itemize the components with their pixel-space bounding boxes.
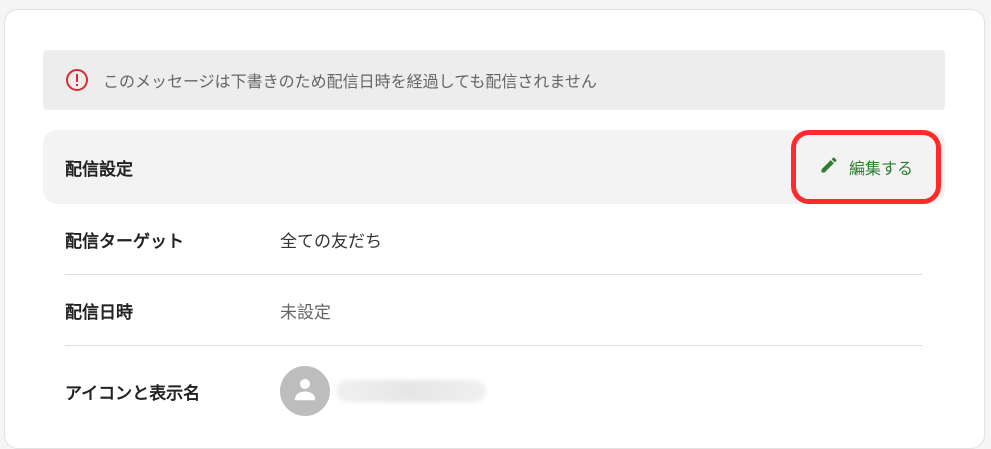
person-icon bbox=[290, 374, 320, 408]
row-label: 配信日時 bbox=[65, 302, 133, 323]
row-label: 配信ターゲット bbox=[65, 231, 184, 252]
section-header: 配信設定 編集する bbox=[43, 130, 945, 204]
draft-warning-alert: このメッセージは下書きのため配信日時を経過しても配信されません bbox=[43, 50, 945, 110]
display-name-redacted bbox=[336, 380, 486, 402]
delivery-settings-card: このメッセージは下書きのため配信日時を経過しても配信されません 配信設定 編集す… bbox=[4, 9, 985, 449]
settings-row-icon-name: アイコンと表示名 bbox=[65, 346, 922, 436]
row-value: 未設定 bbox=[280, 302, 331, 323]
exclamation-circle-icon bbox=[65, 68, 89, 92]
edit-button-label: 編集する bbox=[848, 159, 913, 178]
row-label: アイコンと表示名 bbox=[65, 383, 201, 404]
pencil-icon bbox=[819, 155, 839, 179]
avatar bbox=[280, 366, 330, 416]
row-value: 全ての友だち bbox=[280, 231, 382, 252]
settings-row-target: 配信ターゲット 全ての友だち bbox=[65, 204, 922, 275]
edit-button[interactable]: 編集する bbox=[819, 155, 913, 179]
edit-highlight-box: 編集する bbox=[791, 130, 941, 204]
settings-list: 配信ターゲット 全ての友だち 配信日時 未設定 アイコンと表示名 bbox=[65, 204, 922, 436]
section-title: 配信設定 bbox=[65, 159, 133, 180]
settings-row-datetime: 配信日時 未設定 bbox=[65, 275, 922, 346]
alert-message: このメッセージは下書きのため配信日時を経過しても配信されません bbox=[103, 72, 597, 91]
